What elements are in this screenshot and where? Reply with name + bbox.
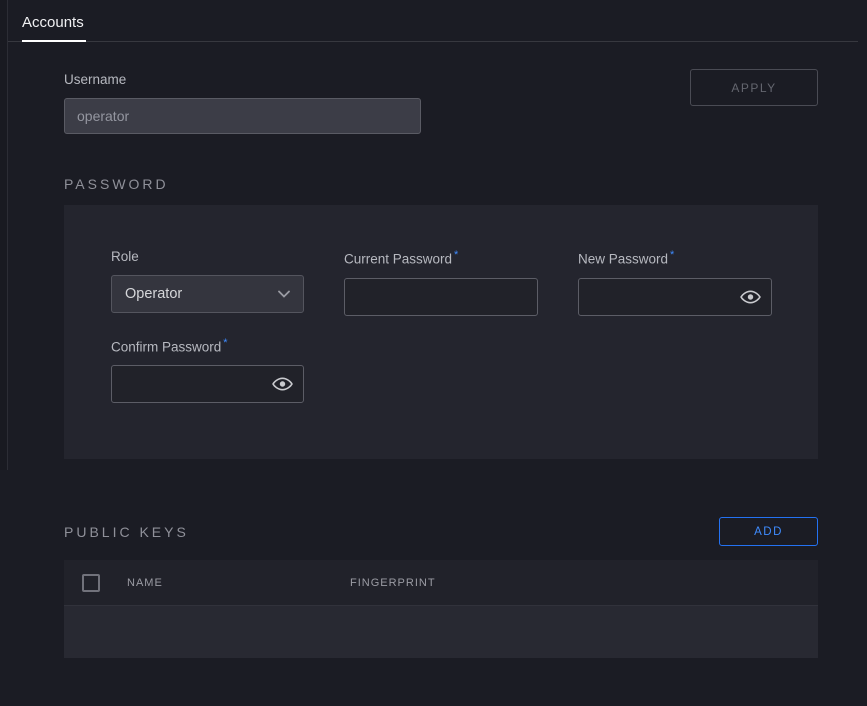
public-keys-empty-row	[64, 606, 818, 658]
select-all-checkbox[interactable]	[82, 574, 100, 592]
role-label: Role	[111, 249, 304, 264]
left-edge-strip	[0, 0, 8, 470]
current-password-input[interactable]	[344, 278, 538, 316]
password-section-title: PASSWORD	[64, 176, 818, 192]
new-password-label: New Password*	[578, 249, 772, 267]
public-keys-section-title: PUBLIC KEYS	[64, 524, 189, 540]
tab-bar: Accounts	[0, 0, 858, 42]
current-password-field-group: Current Password*	[344, 249, 538, 316]
new-password-field-group: New Password*	[578, 249, 772, 316]
username-input[interactable]	[64, 98, 421, 134]
username-field-group: Username	[64, 72, 421, 134]
confirm-password-field-group: Confirm Password*	[111, 337, 304, 404]
current-password-input-wrap	[344, 278, 538, 316]
public-keys-table-header: NAME FINGERPRINT	[64, 560, 818, 606]
password-fields-grid: Role Operator Current Password* New Pass…	[111, 249, 771, 403]
confirm-password-input-wrap	[111, 365, 304, 403]
required-asterisk: *	[670, 249, 674, 261]
role-select[interactable]: Operator	[111, 275, 304, 313]
confirm-password-label: Confirm Password*	[111, 337, 304, 355]
username-label: Username	[64, 72, 421, 87]
public-keys-header: PUBLIC KEYS ADD	[64, 517, 818, 546]
tab-accounts[interactable]: Accounts	[22, 14, 86, 42]
accounts-page: Username APPLY PASSWORD Role Operator Cu…	[0, 72, 867, 658]
new-password-input-wrap	[578, 278, 772, 316]
username-row: Username APPLY	[64, 72, 818, 134]
column-header-fingerprint: FINGERPRINT	[350, 577, 436, 589]
show-password-eye-icon[interactable]	[272, 377, 293, 392]
role-selected-value: Operator	[125, 286, 182, 302]
required-asterisk: *	[454, 249, 458, 261]
show-password-eye-icon[interactable]	[740, 289, 761, 304]
public-keys-table: NAME FINGERPRINT	[64, 560, 818, 658]
chevron-down-icon	[278, 290, 290, 298]
password-panel: Role Operator Current Password* New Pass…	[64, 205, 818, 459]
add-public-key-button[interactable]: ADD	[719, 517, 818, 546]
role-field-group: Role Operator	[111, 249, 304, 316]
column-header-name: NAME	[127, 577, 350, 589]
apply-button[interactable]: APPLY	[690, 69, 818, 106]
current-password-label: Current Password*	[344, 249, 538, 267]
required-asterisk: *	[223, 337, 227, 349]
